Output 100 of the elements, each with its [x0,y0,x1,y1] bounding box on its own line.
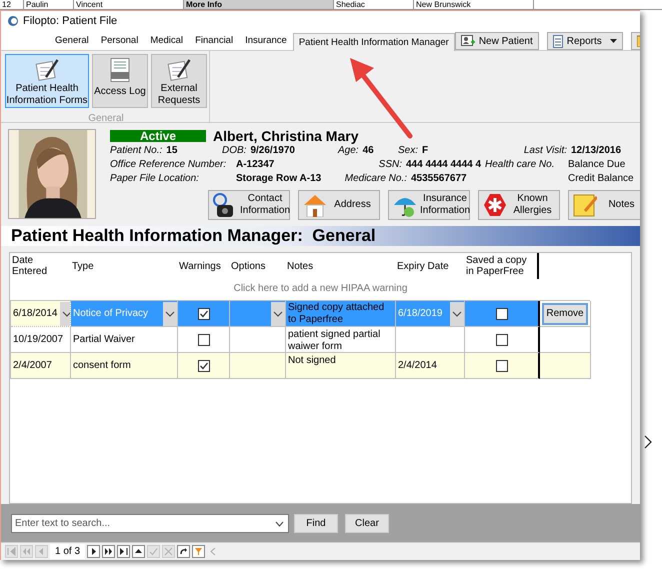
ribbon-button[interactable]: External Requests [151,54,207,108]
chevron-left-icon [210,547,216,556]
field-value: 12/13/2016 [571,144,622,158]
search-button[interactable]: Clear [345,514,389,532]
table-cell-text: 6/18/2019 [397,308,444,320]
section-title: Patient Health Information Manager: General [11,226,376,246]
report-icon [552,34,563,48]
table-cell-text: 6/18/2014 [12,308,58,320]
add-row-link[interactable]: Click here to add a new HIPAA warning [234,280,408,296]
field-label: Paper File Location: [110,172,200,186]
sheet-cell: More Info [184,0,334,9]
action-button[interactable]: Contact Information [208,190,290,220]
column-header: Type [72,260,94,272]
table-cell-text: Not signed [287,355,337,367]
patient-name: Albert, Christina Mary [213,129,358,143]
column-header: Options [231,260,266,272]
field-value: 46 [362,144,374,158]
field-value: 444 4444 4444 4 [406,158,482,172]
page-indicator: 1 of 3 [50,544,86,559]
field-value: Storage Row A-13 [236,172,322,186]
field-label: Credit Balance [568,172,634,186]
table-cell-text: 10/19/2007 [12,334,64,346]
field-label: Age: [338,144,359,158]
first-icon [7,547,16,556]
field-label: Office Reference Number: [110,158,228,172]
ribbon-button[interactable]: Access Log [92,54,148,108]
medical-cross-icon [483,193,507,217]
toolbar-button[interactable]: Reports [546,32,623,50]
search-field[interactable]: Enter text to search... [11,514,289,532]
table-cell-text: 2/4/2007 [12,360,53,372]
field-label: SSN: [378,158,402,172]
field-label: Sex: [398,144,418,158]
dropdown-caret-icon [275,520,284,526]
table-cell-text: Signed copy attached to Paperfree [287,302,386,326]
table-cell-text: Partial Waiver [72,334,136,346]
action-button[interactable]: Insurance Information [388,190,470,220]
next-button[interactable] [87,545,100,558]
previous-icon [37,547,46,556]
filter-icon [194,547,204,556]
last-icon [119,547,128,556]
cursor-icon [644,435,652,449]
field-label: Medicare No.: [344,172,407,186]
field-label: Balance Due [568,158,626,172]
toolbar-button[interactable] [630,32,640,50]
person-add-icon [460,35,475,47]
toolbar-button[interactable]: New Patient [454,32,539,50]
sheet-cell: 12 [0,0,24,9]
field-value: F [422,144,428,158]
up-button[interactable] [132,545,146,558]
dropdown-arrow-icon [60,302,70,326]
table-row[interactable]: 6/18/2014 Notice of Privacy Signed copy attached to Paperfree 6/18/2019 Remove [11,301,590,327]
search-button[interactable]: Find [294,514,338,532]
redo-button[interactable] [177,545,190,558]
sheet-cell: Paulin [24,0,74,9]
sheet-cell: New Brunswick [414,0,534,9]
table-cell-text: patient signed partial waiwer form [287,329,382,352]
column-header: Saved a copy in PaperFree [466,255,528,277]
log-document-icon [109,58,131,82]
last-button[interactable] [117,545,130,558]
action-button[interactable]: Notes [568,190,640,220]
cancel-icon [164,547,174,556]
redo-icon [179,547,188,556]
group-label: General [88,112,124,126]
confirm-icon [149,547,158,556]
forms-pen-icon [34,58,60,81]
field-value: A-12347 [236,158,274,172]
field-label: Patient No.: [110,144,162,158]
field-label: Last Visit: [522,144,567,158]
column-header: Warnings [179,260,221,272]
column-header: Expiry Date [397,260,449,272]
status-badge: Active [110,130,206,142]
sheet-cell: Shediac [334,0,414,9]
next-page-button[interactable] [102,545,116,558]
field-value: 15 [166,144,178,158]
remove-button[interactable]: Remove [542,302,588,324]
action-button[interactable]: Address [298,190,380,220]
field-value: 4535567677 [411,172,467,186]
tab[interactable]: Patient Health Information Manager [292,33,455,51]
table-cell-text: 2/4/2014 [397,360,438,372]
table-row[interactable]: 10/19/2007 Partial Waiver patient signed partial waiwer form [11,327,590,353]
field-label: DOB: [222,144,246,158]
dropdown-caret-icon [610,39,617,43]
column-header: Date Entered [12,255,48,277]
field-label: Health care No. [485,158,554,172]
field-value: 9/26/1970 [250,144,295,158]
table-cell-text: Notice of Privacy [72,308,150,320]
next-icon [89,547,98,556]
next-page-icon [104,547,114,556]
app-icon [7,15,19,27]
table-row[interactable]: 2/4/2007 consent form Not signed 2/4/2014 [11,353,590,379]
up-icon [134,547,144,556]
house-icon [303,193,327,217]
notepad-pencil-icon [573,193,597,217]
previous-page-icon [22,547,31,556]
ribbon-button[interactable]: Patient Health Information Forms [5,54,89,108]
forms-pen-icon [166,58,192,81]
table-cell-text: consent form [72,360,132,372]
window-title: Filopto: Patient File [23,14,118,29]
action-button[interactable]: Known Allergies [478,190,560,220]
column-header: Notes [287,260,314,272]
